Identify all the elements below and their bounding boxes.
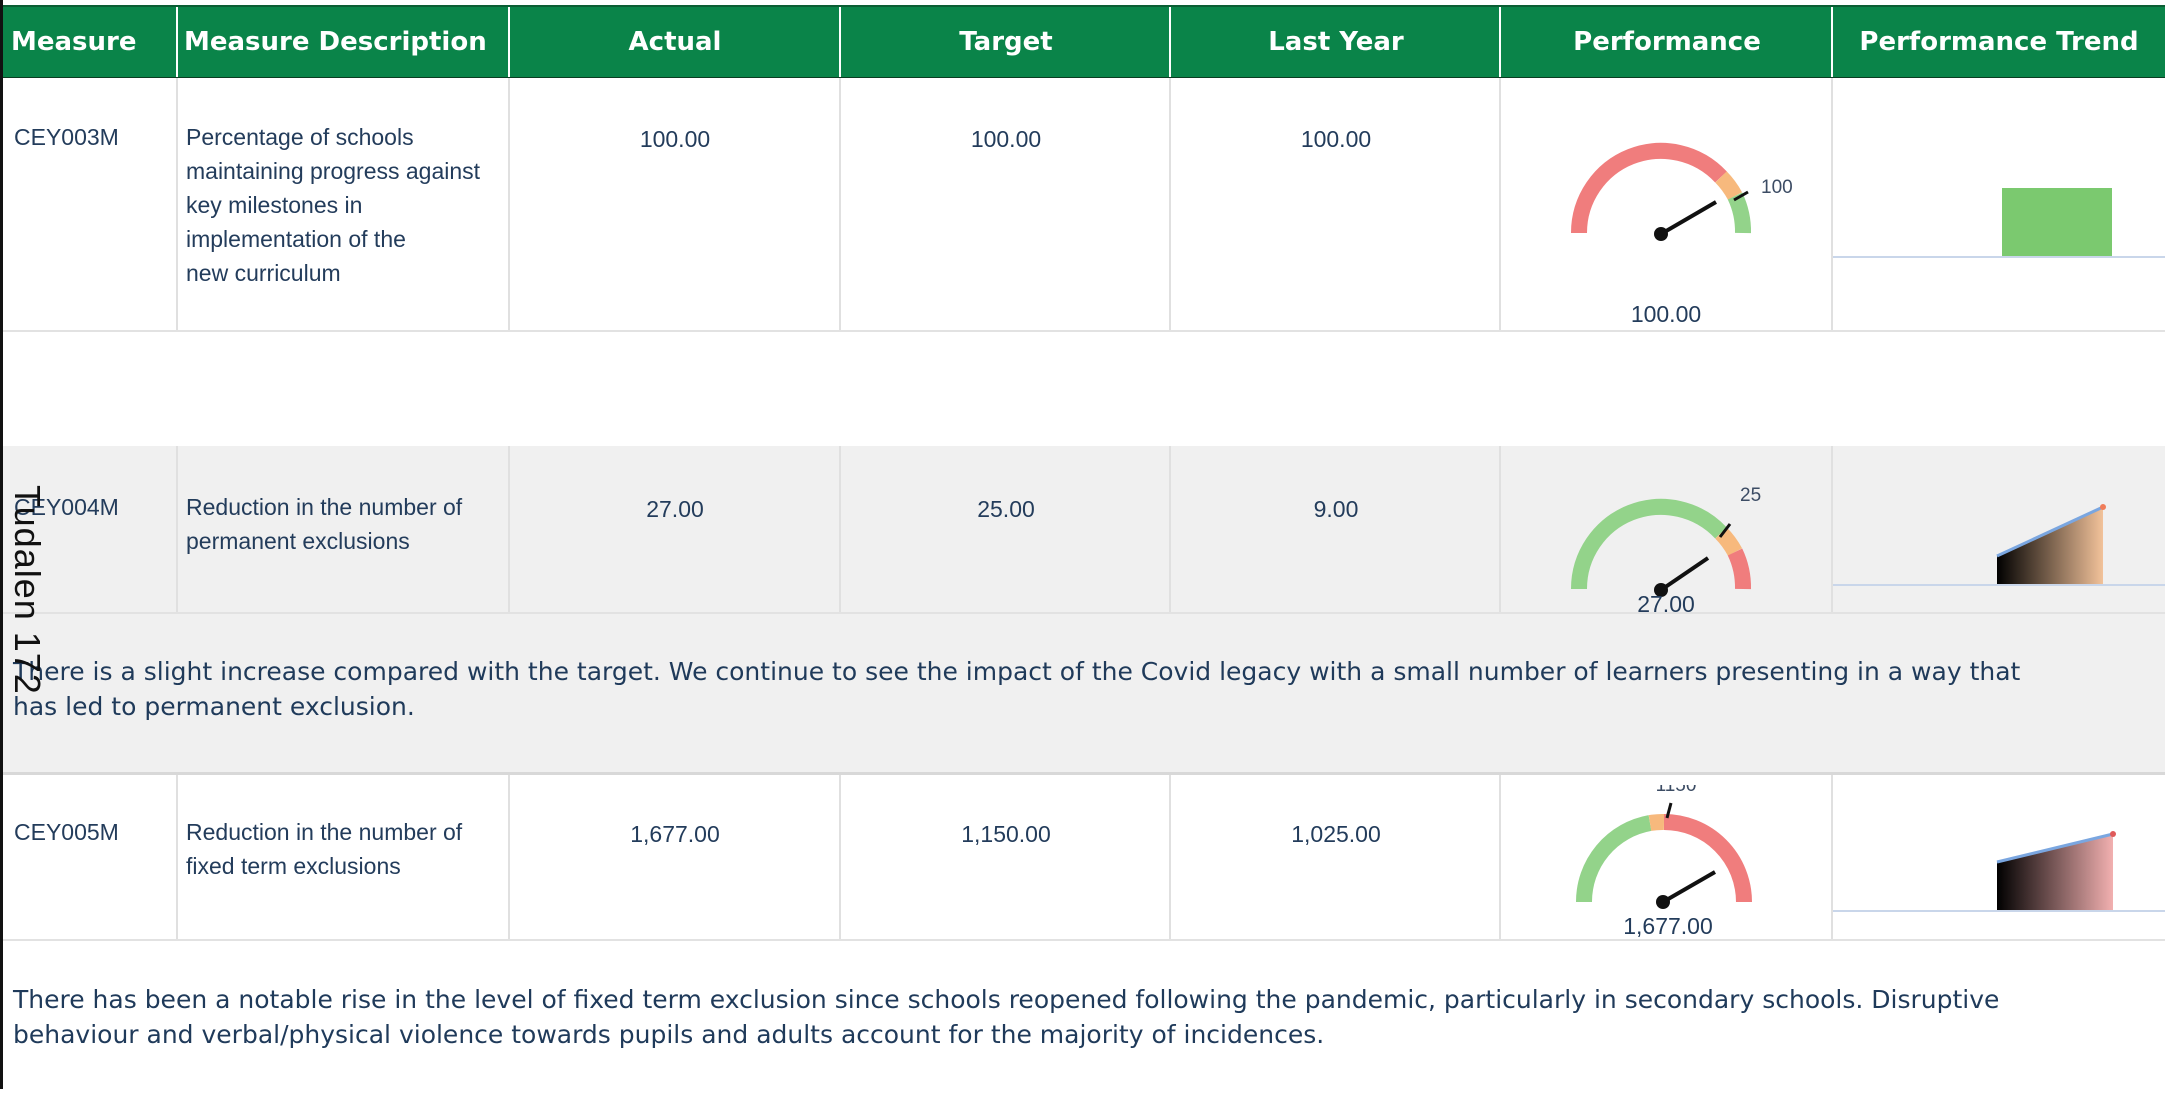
gauge-green-band (1570, 498, 1727, 590)
trend-area (1997, 834, 2113, 912)
header-measure: Measure (11, 27, 137, 57)
gauge-value: 1,677.00 (1623, 913, 1713, 939)
gauge-target-label: 25 (1740, 485, 1761, 506)
measure-code: CEY003M (14, 124, 119, 150)
target-value: 25.00 (977, 496, 1035, 522)
gauge-amber-band (1648, 813, 1665, 831)
trend-bar (2002, 188, 2112, 258)
gauge-needle (1659, 556, 1710, 592)
measure-description: Reduction in the number of fixed term ex… (186, 819, 463, 879)
gauge-red-band (1727, 548, 1751, 590)
performance-gauge: 25 (1570, 485, 1761, 597)
performance-trend-chart (1833, 504, 2165, 586)
table-row: CEY005M Reduction in the number of fixed… (3, 775, 2165, 1094)
header-target: Target (959, 27, 1053, 57)
header-actual: Actual (628, 27, 722, 57)
trend-endpoint (2100, 504, 2106, 510)
performance-trend-chart (1833, 188, 2165, 258)
performance-trend-chart (1833, 831, 2165, 912)
table-row: CEY003M Percentage of schools maintainin… (3, 78, 2165, 330)
gauge-red-band (1570, 142, 1727, 234)
page-number-watermark: Tudalen 172 (7, 485, 48, 695)
row-comment: There has been a notable rise in the lev… (13, 985, 2000, 1049)
measure-code: CEY005M (14, 819, 119, 845)
actual-value: 100.00 (639, 126, 711, 152)
spacer-row (3, 332, 2165, 446)
last-year-value: 1,025.00 (1291, 821, 1381, 847)
performance-gauge: 100 (1570, 142, 1793, 241)
table-header: Measure Measure Description Actual Targe… (3, 5, 2165, 80)
trend-endpoint (2110, 831, 2116, 837)
gauge-target-label: 100 (1761, 177, 1793, 198)
trend-area (1997, 507, 2103, 586)
header-description: Measure Description (184, 27, 487, 57)
gauge-needle (1662, 870, 1716, 904)
table-row: CEY004M Reduction in the number of perma… (3, 446, 2165, 772)
measure-description: Percentage of schools maintaining progre… (186, 124, 481, 286)
actual-value: 27.00 (646, 496, 704, 522)
header-last-year: Last Year (1268, 27, 1404, 57)
actual-value: 1,677.00 (630, 821, 720, 847)
gauge-red-band (1663, 814, 1752, 903)
header-performance: Performance (1573, 27, 1761, 57)
target-value: 1,150.00 (961, 821, 1051, 847)
gauge-amber-band (1715, 527, 1743, 557)
header-trend: Performance Trend (1859, 27, 2139, 57)
gauge-needle (1659, 200, 1718, 236)
gauge-green-band (1575, 815, 1652, 903)
measure-description: Reduction in the number of permanent exc… (186, 494, 463, 554)
row-comment: There is a slight increase compared with… (13, 657, 2021, 721)
header-divider (176, 7, 178, 77)
performance-gauge: 1150 (1575, 785, 1752, 909)
gauge-value: 27.00 (1637, 591, 1695, 617)
gauge-target-label: 1150 (1656, 785, 1697, 796)
last-year-value: 100.00 (1300, 126, 1372, 152)
target-value: 100.00 (970, 126, 1042, 152)
gauge-green-band (1727, 192, 1751, 234)
last-year-value: 9.00 (1313, 496, 1359, 522)
gauge-amber-band (1715, 171, 1743, 201)
gauge-value: 100.00 (1630, 301, 1702, 327)
